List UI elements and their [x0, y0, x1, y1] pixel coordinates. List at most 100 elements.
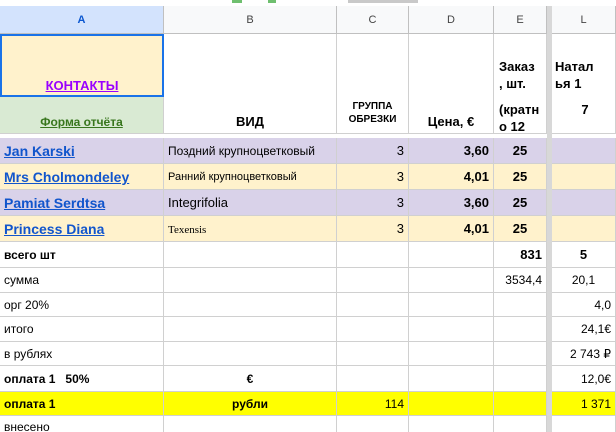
spreadsheet: A B C D E L КОНТАКТЫ Форма отчёта ВИД ГР… — [0, 0, 616, 432]
paid-b[interactable] — [164, 416, 337, 432]
org-c[interactable] — [337, 293, 409, 317]
paid-c[interactable] — [337, 416, 409, 432]
header-vid: ВИД — [164, 34, 337, 134]
column-header-a[interactable]: A — [0, 6, 164, 34]
row4-order[interactable]: 25 — [494, 216, 547, 242]
rub-label[interactable]: в рублях — [0, 342, 164, 366]
itogo-b[interactable] — [164, 317, 337, 342]
pay-rub-label[interactable]: оплата 1 — [0, 392, 164, 416]
plant-link[interactable]: Pamiat Serdtsa — [4, 195, 105, 211]
header-natal-line2: ья 1 — [555, 76, 582, 91]
row2-group[interactable]: 3 — [337, 164, 409, 190]
column-header-l[interactable]: L — [552, 6, 616, 34]
row3-order[interactable]: 25 — [494, 190, 547, 216]
plant-link[interactable]: Jan Karski — [4, 143, 75, 159]
org-e[interactable] — [494, 293, 547, 317]
header-natal-number: 7 — [581, 102, 589, 117]
header-group-line1: ГРУППА — [352, 101, 393, 112]
column-header-e[interactable]: E — [494, 6, 547, 34]
org-b[interactable] — [164, 293, 337, 317]
header-order-line1: Заказ — [499, 59, 535, 74]
pay-eur-l[interactable]: 12,0€ — [552, 366, 616, 392]
itogo-l[interactable]: 24,1€ — [552, 317, 616, 342]
column-header-c[interactable]: C — [337, 6, 409, 34]
header-order: Заказ , шт. (кратн о 12 — [494, 34, 547, 134]
itogo-d[interactable] — [409, 317, 494, 342]
pay-eur-e[interactable] — [494, 366, 547, 392]
row1-order[interactable]: 25 — [494, 138, 547, 164]
rub-c[interactable] — [337, 342, 409, 366]
sum-e[interactable]: 3534,4 — [494, 268, 547, 293]
row2-natal[interactable] — [552, 164, 616, 190]
column-header-b[interactable]: B — [164, 6, 337, 34]
plant-link[interactable]: Princess Diana — [4, 221, 104, 237]
rub-l[interactable]: 2 743 ₽ — [552, 342, 616, 366]
header-order-line2: , шт. — [499, 76, 526, 91]
sum-b[interactable] — [164, 268, 337, 293]
itogo-c[interactable] — [337, 317, 409, 342]
itogo-e[interactable] — [494, 317, 547, 342]
rub-e[interactable] — [494, 342, 547, 366]
header-natal-line1: Натал — [555, 59, 594, 74]
row4-type[interactable]: Texensis — [164, 216, 337, 242]
itogo-label[interactable]: итого — [0, 317, 164, 342]
sum-d[interactable] — [409, 268, 494, 293]
sum-c[interactable] — [337, 268, 409, 293]
paid-e[interactable] — [494, 416, 547, 432]
row3-group[interactable]: 3 — [337, 190, 409, 216]
row1-group[interactable]: 3 — [337, 138, 409, 164]
sum-l[interactable]: 20,1 — [552, 268, 616, 293]
report-form-cell[interactable]: Форма отчёта — [0, 97, 164, 134]
paid-label[interactable]: внесено — [0, 416, 164, 432]
row2-order[interactable]: 25 — [494, 164, 547, 190]
row1-natal[interactable] — [552, 138, 616, 164]
pay-rub-l[interactable]: 1 371 — [552, 392, 616, 416]
row3-type[interactable]: Integrifolia — [164, 190, 337, 216]
header-natal: Натал ья 1 7 — [552, 34, 616, 134]
total-l[interactable]: 5 — [552, 242, 616, 268]
row2-type[interactable]: Ранний крупноцветковый — [164, 164, 337, 190]
pay-eur-b[interactable]: € — [164, 366, 337, 392]
row1-price[interactable]: 3,60 — [409, 138, 494, 164]
sum-label[interactable]: сумма — [0, 268, 164, 293]
row4-natal[interactable] — [552, 216, 616, 242]
row4-group[interactable]: 3 — [337, 216, 409, 242]
pay-rub-d[interactable] — [409, 392, 494, 416]
row1-type[interactable]: Поздний крупноцветковый — [164, 138, 337, 164]
row2-price[interactable]: 4,01 — [409, 164, 494, 190]
total-c[interactable] — [337, 242, 409, 268]
pay-eur-c[interactable] — [337, 366, 409, 392]
header-group-line2: ОБРЕЗКИ — [348, 114, 397, 125]
paid-l[interactable] — [552, 416, 616, 432]
rub-d[interactable] — [409, 342, 494, 366]
contacts-link[interactable]: КОНТАКТЫ — [46, 78, 119, 93]
pay-eur-d[interactable] — [409, 366, 494, 392]
total-d[interactable] — [409, 242, 494, 268]
pay-eur-label[interactable]: оплата 1 50% — [0, 366, 164, 392]
org-label[interactable]: орг 20% — [0, 293, 164, 317]
pay-rub-c[interactable]: 114 — [337, 392, 409, 416]
column-header-d[interactable]: D — [409, 6, 494, 34]
row1-name[interactable]: Jan Karski — [0, 138, 164, 164]
pay-rub-e[interactable] — [494, 392, 547, 416]
report-form-link[interactable]: Форма отчёта — [40, 115, 123, 129]
row4-price[interactable]: 4,01 — [409, 216, 494, 242]
total-label[interactable]: всего шт — [0, 242, 164, 268]
org-l[interactable]: 4,0 — [552, 293, 616, 317]
plant-link[interactable]: Mrs Cholmondeley — [4, 169, 129, 185]
header-group: ГРУППА ОБРЕЗКИ — [337, 34, 409, 134]
row3-natal[interactable] — [552, 190, 616, 216]
paid-d[interactable] — [409, 416, 494, 432]
row4-name[interactable]: Princess Diana — [0, 216, 164, 242]
rub-b[interactable] — [164, 342, 337, 366]
total-b[interactable] — [164, 242, 337, 268]
total-e[interactable]: 831 — [494, 242, 547, 268]
row2-name[interactable]: Mrs Cholmondeley — [0, 164, 164, 190]
pay-rub-b[interactable]: рубли — [164, 392, 337, 416]
row3-name[interactable]: Pamiat Serdtsa — [0, 190, 164, 216]
row3-price[interactable]: 3,60 — [409, 190, 494, 216]
header-order-line3: (кратн — [499, 102, 540, 117]
org-d[interactable] — [409, 293, 494, 317]
header-order-line4: о 12 — [499, 119, 526, 134]
contacts-cell[interactable]: КОНТАКТЫ — [0, 34, 164, 97]
